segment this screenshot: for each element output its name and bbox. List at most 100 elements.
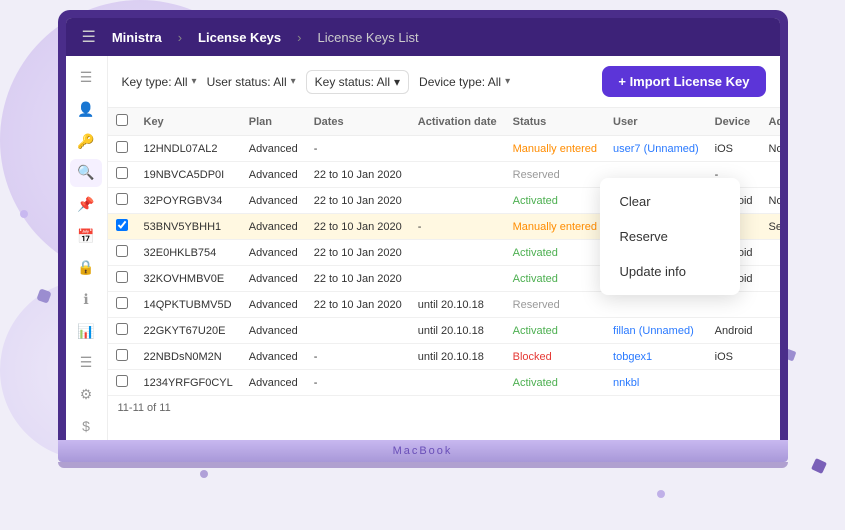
table-row[interactable]: 22NBDsN0M2N Advanced - until 20.10.18 Bl… — [108, 344, 780, 370]
sidebar-icon-user[interactable]: 👤 — [70, 96, 102, 124]
user-status-filter[interactable]: User status: All ▾ — [207, 75, 296, 89]
header-status: Status — [505, 108, 605, 136]
chevron-down-icon: ▾ — [394, 75, 400, 89]
sidebar-icon-list[interactable]: ☰ — [70, 349, 102, 377]
row-key: 32POYRGBV34 — [136, 188, 241, 214]
row-plan: Advanced — [241, 318, 306, 344]
row-user — [605, 292, 707, 318]
row-activation — [410, 188, 505, 214]
context-menu-reserve[interactable]: Reserve — [600, 219, 740, 254]
row-dates: 22 to 10 Jan 2020 — [306, 214, 410, 240]
sidebar-icon-key[interactable]: 🔑 — [70, 127, 102, 155]
header-added: Added — [761, 108, 780, 136]
header-checkbox[interactable] — [108, 108, 136, 136]
row-dates: 22 to 10 Jan 2020 — [306, 292, 410, 318]
row-plan: Advanced — [241, 292, 306, 318]
row-key: 19NBVCA5DP0I — [136, 162, 241, 188]
row-activation — [410, 370, 505, 396]
laptop-foot — [58, 462, 788, 468]
import-license-key-button[interactable]: + Import License Key — [602, 66, 765, 97]
row-user: user7 (Unnamed) — [605, 136, 707, 162]
laptop-base: MacBook — [58, 440, 788, 462]
row-plan: Advanced — [241, 214, 306, 240]
row-device: iOS — [707, 136, 761, 162]
row-device — [707, 370, 761, 396]
filter-bar: Key type: All ▾ User status: All ▾ Key s… — [108, 56, 780, 108]
chevron-down-icon: ▾ — [505, 76, 510, 87]
row-checkbox[interactable] — [108, 318, 136, 344]
row-checkbox[interactable] — [108, 240, 136, 266]
sidebar-icon-settings[interactable]: ⚙ — [70, 381, 102, 409]
header-plan: Plan — [241, 108, 306, 136]
row-checkbox[interactable] — [108, 214, 136, 240]
sidebar-icon-menu[interactable]: ☰ — [70, 64, 102, 92]
sidebar-icon-chart[interactable]: 📊 — [70, 317, 102, 345]
row-added — [761, 318, 780, 344]
row-dates: 22 to 10 Jan 2020 — [306, 240, 410, 266]
sidebar-icon-info[interactable]: ℹ — [70, 286, 102, 314]
key-status-filter[interactable]: Key status: All ▾ — [306, 70, 409, 94]
row-status: Activated — [505, 266, 605, 292]
row-checkbox[interactable] — [108, 344, 136, 370]
sidebar-icon-pin[interactable]: 📌 — [70, 191, 102, 219]
chevron-down-icon: ▾ — [291, 76, 296, 87]
table-header-row: Key Plan Dates Activation date Status Us… — [108, 108, 780, 136]
laptop: ☰ Ministra › License Keys › License Keys… — [58, 10, 788, 468]
context-menu-clear[interactable]: Clear — [600, 184, 740, 219]
row-added: Sep 25, 2018 11:02 — [761, 214, 780, 240]
header-dates: Dates — [306, 108, 410, 136]
row-status: Reserved — [505, 292, 605, 318]
row-key: 32E0HKLB754 — [136, 240, 241, 266]
row-checkbox[interactable] — [108, 188, 136, 214]
laptop-brand: MacBook — [393, 445, 453, 457]
table-row[interactable]: 22GKYT67U20E Advanced until 20.10.18 Act… — [108, 318, 780, 344]
table-row[interactable]: 12HNDL07AL2 Advanced - Manually entered … — [108, 136, 780, 162]
row-status: Activated — [505, 318, 605, 344]
row-added — [761, 266, 780, 292]
row-device: iOS — [707, 344, 761, 370]
device-type-filter[interactable]: Device type: All ▾ — [419, 75, 510, 89]
key-type-filter[interactable]: Key type: All ▾ — [122, 75, 197, 89]
row-dates: 22 to 10 Jan 2020 — [306, 266, 410, 292]
context-menu-update-info[interactable]: Update info — [600, 254, 740, 289]
row-checkbox[interactable] — [108, 136, 136, 162]
row-status: Activated — [505, 188, 605, 214]
row-checkbox[interactable] — [108, 162, 136, 188]
row-status: Activated — [505, 370, 605, 396]
row-activation: until 20.10.18 — [410, 292, 505, 318]
row-plan: Advanced — [241, 240, 306, 266]
sidebar-icon-search[interactable]: 🔍 — [70, 159, 102, 187]
header-activation: Activation date — [410, 108, 505, 136]
row-dates: 22 to 10 Jan 2020 — [306, 162, 410, 188]
row-key: 1234YRFGF0CYL — [136, 370, 241, 396]
row-dates: - — [306, 370, 410, 396]
table-row[interactable]: 1234YRFGF0CYL Advanced - Activated nnkbl — [108, 370, 780, 396]
row-status: Blocked — [505, 344, 605, 370]
chevron-down-icon: ▾ — [192, 76, 197, 87]
top-nav: ☰ Ministra › License Keys › License Keys… — [66, 18, 780, 56]
row-checkbox[interactable] — [108, 266, 136, 292]
row-device — [707, 292, 761, 318]
row-dates: 22 to 10 Jan 2020 — [306, 188, 410, 214]
row-key: 53BNV5YBHH1 — [136, 214, 241, 240]
sidebar-icon-lock[interactable]: 🔒 — [70, 254, 102, 282]
sidebar-icon-dollar[interactable]: $ — [70, 412, 102, 440]
nav-link[interactable]: License Keys — [198, 30, 281, 45]
row-plan: Advanced — [241, 344, 306, 370]
row-added — [761, 344, 780, 370]
row-added: Nov 27, 2018 22:48 — [761, 188, 780, 214]
row-user: tobgex1 — [605, 344, 707, 370]
sidebar-icon-calendar[interactable]: 📅 — [70, 222, 102, 250]
row-activation — [410, 240, 505, 266]
hamburger-icon[interactable]: ☰ — [82, 27, 96, 47]
row-activation — [410, 266, 505, 292]
row-key: 14QPKTUBMV5D — [136, 292, 241, 318]
row-status: Activated — [505, 240, 605, 266]
table-row[interactable]: 14QPKTUBMV5D Advanced 22 to 10 Jan 2020 … — [108, 292, 780, 318]
row-checkbox[interactable] — [108, 292, 136, 318]
row-checkbox[interactable] — [108, 370, 136, 396]
row-status: Reserved — [505, 162, 605, 188]
row-added: Nov 28, 2018 12:03 — [761, 136, 780, 162]
header-user: User — [605, 108, 707, 136]
sidebar: ☰ 👤 🔑 🔍 📌 📅 🔒 ℹ 📊 ☰ ⚙ $ — [66, 56, 108, 440]
